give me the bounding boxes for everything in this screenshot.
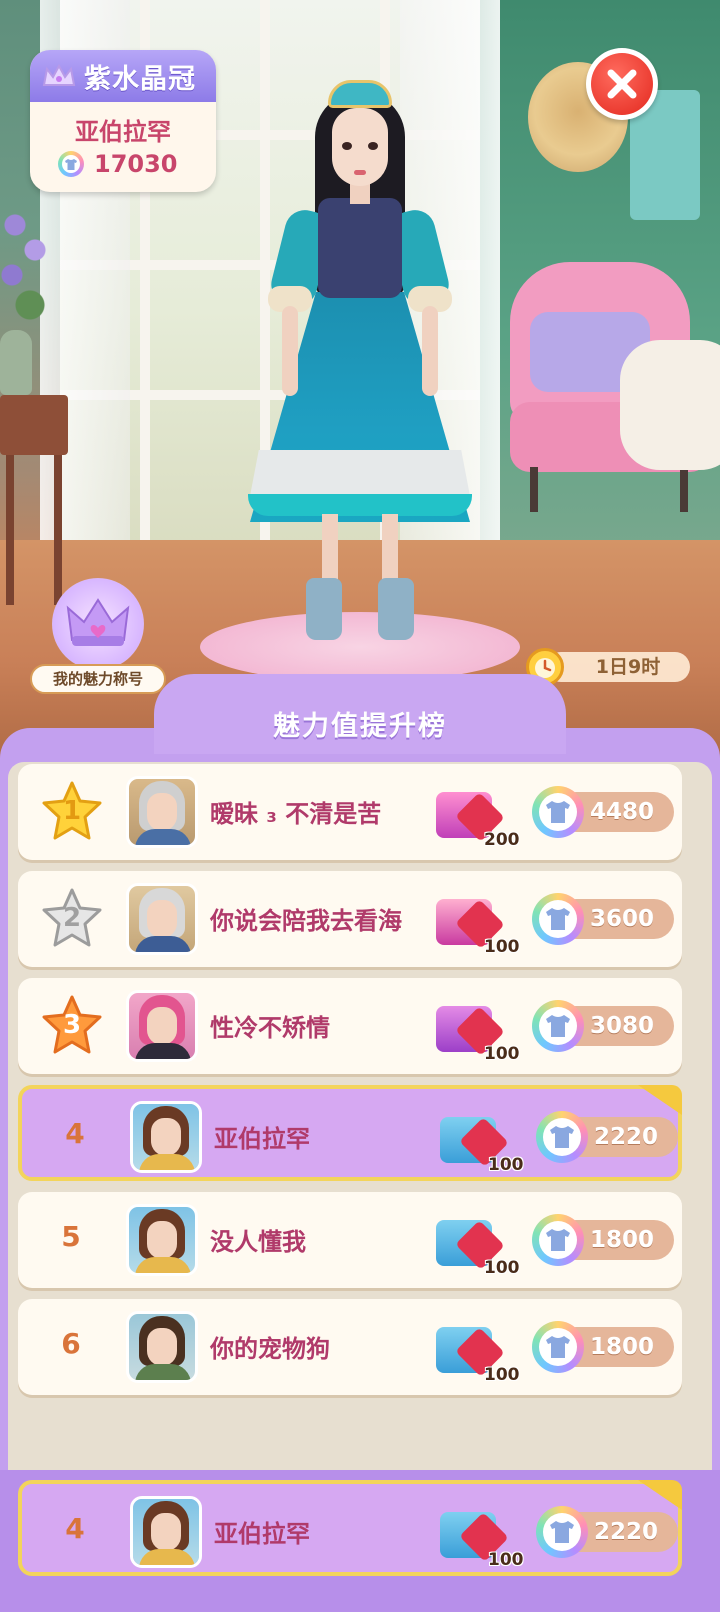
title-owner-name: 亚伯拉罕 — [75, 118, 171, 146]
fluffy-blanket — [620, 340, 720, 470]
event-timer: 1日9时 — [526, 648, 690, 686]
rank-number: 4 — [65, 1512, 85, 1545]
leaderboard-row[interactable]: 1 暧昧 ₃ 不清是苦 200 4480 — [18, 764, 682, 860]
player-name: 性冷不矫情 — [210, 1014, 330, 1042]
leaderboard-row-self[interactable]: 4 亚伯拉罕 100 2220 — [18, 1085, 682, 1181]
charm-tshirt-icon — [58, 151, 84, 177]
rank-number: 3 — [62, 1010, 82, 1040]
avatar[interactable] — [130, 1101, 202, 1173]
player-name: 暧昧 ₃ 不清是苦 — [210, 800, 382, 828]
player-name: 你的宠物狗 — [210, 1335, 330, 1363]
flower-plant — [0, 205, 60, 335]
rank-number: 1 — [62, 796, 82, 826]
timer-text: 1日9时 — [546, 652, 690, 682]
charm-score: 3080 — [532, 1000, 678, 1052]
reward-chest: 100 — [436, 885, 520, 959]
close-button[interactable] — [586, 48, 658, 120]
avatar[interactable] — [126, 1311, 198, 1383]
side-table — [0, 395, 68, 455]
charm-score: 2220 — [536, 1111, 682, 1163]
player-name: 没人懂我 — [210, 1228, 306, 1256]
close-icon — [607, 69, 637, 99]
reward-chest: 100 — [440, 1498, 524, 1572]
avatar[interactable] — [130, 1496, 202, 1568]
reward-chest: 100 — [436, 992, 520, 1066]
charm-tshirt-icon — [532, 1000, 584, 1052]
reward-chest: 100 — [440, 1103, 524, 1177]
charm-score: 3600 — [532, 893, 678, 945]
title-name: 紫水晶冠 — [84, 63, 196, 95]
leaderboard-title: 魅力值提升榜 — [273, 711, 447, 742]
charm-score: 1800 — [532, 1214, 678, 1266]
charm-tshirt-icon — [536, 1111, 588, 1163]
charm-tshirt-icon — [532, 1321, 584, 1373]
avatar[interactable] — [126, 990, 198, 1062]
player-name: 亚伯拉罕 — [214, 1520, 310, 1548]
avatar[interactable] — [126, 883, 198, 955]
avatar[interactable] — [126, 1204, 198, 1276]
crown-badge-icon — [66, 598, 130, 646]
rank-star-icon: 1 — [40, 780, 104, 842]
title-card-header: 紫水晶冠 — [30, 50, 216, 102]
reward-qty: 100 — [488, 1155, 524, 1175]
reward-qty: 100 — [484, 1258, 520, 1278]
leaderboard-title-tab: 魅力值提升榜 — [154, 674, 566, 754]
player-name: 亚伯拉罕 — [214, 1125, 310, 1153]
player-name: 你说会陪我去看海 — [210, 907, 402, 935]
charm-score: 2220 — [536, 1506, 682, 1558]
reward-chest: 100 — [436, 1313, 520, 1387]
vase — [0, 330, 32, 395]
charm-score: 4480 — [532, 786, 678, 838]
rank-number: 5 — [61, 1220, 81, 1253]
rank-star-icon: 2 — [40, 887, 104, 949]
avatar[interactable] — [126, 776, 198, 848]
rank-number: 2 — [62, 903, 82, 933]
reward-qty: 100 — [484, 1044, 520, 1064]
crown-icon — [42, 63, 76, 89]
charm-title-card: 紫水晶冠 亚伯拉罕 17030 — [30, 50, 216, 192]
my-charm-title-label[interactable]: 我的魅力称号 — [30, 664, 166, 694]
reward-chest: 200 — [436, 778, 520, 852]
leaderboard-row[interactable]: 5 没人懂我 100 1800 — [18, 1192, 682, 1288]
charm-score: 1800 — [532, 1321, 678, 1373]
charm-tshirt-icon — [532, 786, 584, 838]
rank-star-icon: 3 — [40, 994, 104, 1056]
reward-chest: 100 — [436, 1206, 520, 1280]
reward-qty: 100 — [484, 1365, 520, 1385]
player-character[interactable] — [240, 80, 480, 650]
leaderboard-row[interactable]: 3 性冷不矫情 100 3080 — [18, 978, 682, 1074]
charm-tshirt-icon — [532, 1214, 584, 1266]
my-charm-title-badge[interactable] — [52, 578, 144, 670]
leaderboard-row[interactable]: 6 你的宠物狗 100 1800 — [18, 1299, 682, 1395]
rank-number: 4 — [65, 1117, 85, 1150]
reward-qty: 100 — [484, 937, 520, 957]
owner-charm-row: 17030 — [58, 150, 178, 178]
owner-charm-value: 17030 — [94, 150, 178, 178]
reward-qty: 100 — [488, 1550, 524, 1570]
reward-qty: 200 — [484, 830, 520, 850]
charm-tshirt-icon — [536, 1506, 588, 1558]
rank-number: 6 — [61, 1327, 81, 1360]
my-rank-row[interactable]: 4 亚伯拉罕 100 2220 — [18, 1480, 682, 1576]
charm-tshirt-icon — [532, 893, 584, 945]
leaderboard-row[interactable]: 2 你说会陪我去看海 100 3600 — [18, 871, 682, 967]
